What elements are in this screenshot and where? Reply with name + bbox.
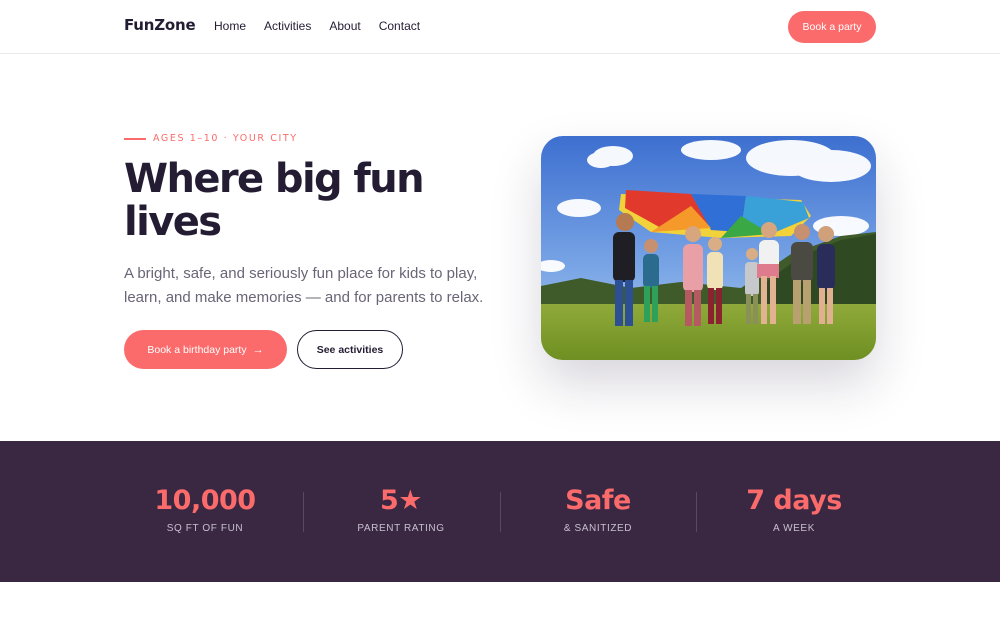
stat-safety: Safe & SANITIZED bbox=[500, 441, 696, 582]
stat-rating: 5★ PARENT RATING bbox=[303, 441, 499, 582]
stat-label: SQ FT OF FUN bbox=[166, 523, 244, 534]
see-activities-button[interactable]: See activities bbox=[297, 330, 403, 369]
stat-label: PARENT RATING bbox=[357, 523, 445, 534]
stat-label: & SANITIZED bbox=[563, 523, 633, 534]
hero-eyebrow: AGES 1–10 · YOUR CITY bbox=[124, 133, 298, 144]
hero-image bbox=[541, 136, 876, 360]
main-nav: Home Activities About Contact bbox=[214, 19, 438, 33]
book-birthday-party-label: Book a birthday party bbox=[147, 343, 247, 356]
hero-title: Where big fun lives bbox=[124, 156, 425, 245]
site-header: FunZone Home Activities About Contact Bo… bbox=[0, 0, 1000, 54]
stat-area: 10,000 SQ FT OF FUN bbox=[107, 441, 303, 582]
stats-band: 10,000 SQ FT OF FUN 5★ PARENT RATING Saf… bbox=[0, 441, 1000, 582]
arrow-right-icon: → bbox=[252, 343, 264, 356]
stat-value: 5★ bbox=[380, 485, 423, 516]
nav-contact-link[interactable]: Contact bbox=[379, 19, 420, 33]
stat-label: A WEEK bbox=[773, 523, 815, 534]
stat-value: Safe bbox=[565, 485, 631, 516]
stat-schedule: 7 days A WEEK bbox=[696, 441, 892, 582]
eyebrow-text: AGES 1–10 · YOUR CITY bbox=[153, 133, 298, 144]
nav-home-link[interactable]: Home bbox=[214, 19, 246, 33]
logo[interactable]: FunZone bbox=[124, 16, 196, 34]
eyebrow-line bbox=[124, 137, 146, 140]
stat-value: 7 days bbox=[746, 485, 842, 516]
book-birthday-party-button[interactable]: Book a birthday party → bbox=[124, 330, 287, 369]
nav-about-link[interactable]: About bbox=[329, 19, 360, 33]
stat-value: 10,000 bbox=[154, 485, 256, 516]
nav-activities-link[interactable]: Activities bbox=[264, 19, 311, 33]
book-party-button[interactable]: Book a party bbox=[788, 11, 876, 43]
hero-description: A bright, safe, and seriously fun place … bbox=[124, 265, 484, 306]
